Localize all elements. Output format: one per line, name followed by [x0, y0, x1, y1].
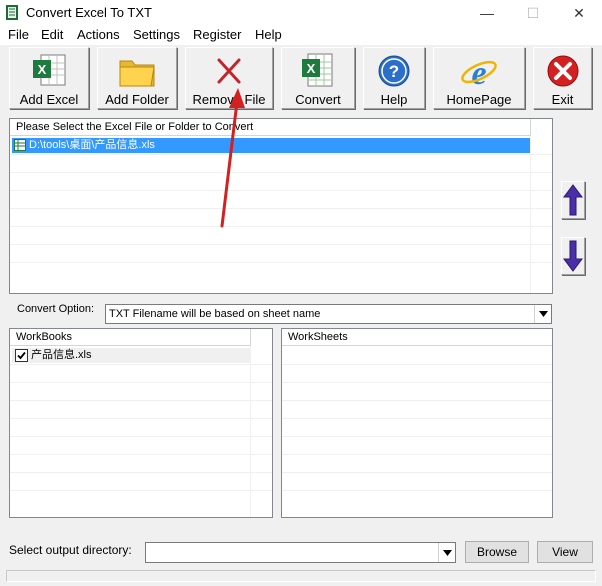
convert-option-value: TXT Filename will be based on sheet name — [109, 308, 321, 320]
grid-line — [282, 400, 552, 401]
grid-line — [10, 172, 552, 173]
status-bar — [6, 570, 596, 582]
svg-text:X: X — [307, 61, 316, 76]
checkmark-icon — [17, 351, 26, 360]
menu-settings[interactable]: Settings — [133, 27, 180, 42]
grid-line — [10, 400, 272, 401]
maximize-button[interactable]: ☐ — [510, 0, 556, 26]
column-divider — [530, 119, 531, 136]
table-row[interactable]: D:\tools\桌面\产品信息.xls — [12, 138, 530, 153]
chevron-down-icon[interactable] — [438, 543, 455, 562]
svg-text:e: e — [471, 55, 486, 90]
grid-line — [10, 364, 272, 365]
grid-line — [282, 364, 552, 365]
add-folder-label: Add Folder — [105, 92, 169, 107]
annotation-arrow — [220, 88, 245, 228]
chevron-down-icon[interactable] — [534, 305, 551, 323]
exit-button[interactable]: Exit — [533, 47, 592, 109]
grid-line — [282, 436, 552, 437]
grid-line — [10, 490, 272, 491]
worksheets-header: WorkSheets — [282, 329, 552, 346]
grid-line — [10, 436, 272, 437]
window-title: Convert Excel To TXT — [26, 5, 152, 20]
title-bar: Convert Excel To TXT — ☐ ✕ — [0, 0, 602, 26]
view-button[interactable]: View — [537, 541, 593, 563]
add-excel-button[interactable]: X Add Excel — [9, 47, 89, 109]
file-list-header: Please Select the Excel File or Folder t… — [10, 119, 530, 136]
convert-option-select[interactable]: TXT Filename will be based on sheet name — [105, 304, 552, 324]
arrow-up-icon — [563, 184, 583, 216]
grid-line — [10, 226, 552, 227]
excel-file-icon — [14, 139, 26, 151]
convert-button[interactable]: X Convert — [281, 47, 355, 109]
grid-line — [282, 382, 552, 383]
close-button[interactable]: ✕ — [556, 0, 602, 26]
column-divider — [250, 329, 251, 346]
menu-bar: File Edit Actions Settings Register Help — [0, 26, 602, 45]
excel-convert-icon: X — [298, 52, 338, 90]
help-button[interactable]: ? Help — [363, 47, 425, 109]
move-down-button[interactable] — [561, 237, 585, 275]
arrow-down-icon — [563, 240, 583, 272]
menu-actions[interactable]: Actions — [77, 27, 120, 42]
workbook-checkbox[interactable] — [15, 349, 28, 362]
help-label: Help — [380, 92, 408, 107]
excel-sheet-icon: X — [29, 52, 69, 90]
exit-stop-icon — [543, 52, 583, 90]
grid-line — [10, 418, 272, 419]
menu-file[interactable]: File — [8, 27, 29, 42]
client-area: X Add Excel Add Folder Remove File X Con… — [0, 45, 602, 586]
grid-line — [10, 262, 552, 263]
grid-line — [282, 454, 552, 455]
svg-text:?: ? — [389, 62, 399, 81]
convert-label: Convert — [295, 92, 341, 107]
menu-help[interactable]: Help — [255, 27, 282, 42]
grid-line — [530, 136, 531, 293]
grid-line — [10, 208, 552, 209]
add-folder-button[interactable]: Add Folder — [97, 47, 177, 109]
grid-line — [250, 346, 251, 517]
grid-line — [10, 382, 272, 383]
file-path: D:\tools\桌面\产品信息.xls — [29, 139, 155, 151]
menu-register[interactable]: Register — [193, 27, 241, 42]
workbooks-list[interactable]: WorkBooks 产品信息.xls — [9, 328, 273, 518]
homepage-label: HomePage — [446, 92, 512, 107]
internet-explorer-icon: e — [459, 52, 499, 92]
menu-edit[interactable]: Edit — [41, 27, 63, 42]
help-question-icon: ? — [374, 52, 414, 90]
output-dir-input[interactable] — [145, 542, 456, 563]
grid-line — [10, 190, 552, 191]
output-dir-label: Select output directory: — [9, 543, 132, 557]
homepage-button[interactable]: e HomePage — [433, 47, 525, 109]
browse-button[interactable]: Browse — [465, 541, 529, 563]
file-list[interactable]: Please Select the Excel File or Folder t… — [9, 118, 553, 294]
folder-icon — [117, 52, 157, 90]
move-up-button[interactable] — [561, 181, 585, 219]
minimize-button[interactable]: — — [464, 0, 510, 26]
app-icon — [6, 5, 18, 20]
grid-line — [282, 472, 552, 473]
grid-line — [282, 490, 552, 491]
worksheets-list[interactable]: WorkSheets — [281, 328, 553, 518]
workbook-name: 产品信息.xls — [31, 349, 92, 361]
grid-line — [10, 472, 272, 473]
grid-line — [10, 454, 272, 455]
grid-line — [10, 154, 552, 155]
grid-line — [10, 244, 552, 245]
add-excel-label: Add Excel — [19, 92, 79, 107]
table-row[interactable]: 产品信息.xls — [12, 348, 250, 363]
exit-label: Exit — [551, 92, 574, 107]
convert-option-label: Convert Option: — [17, 303, 95, 315]
grid-line — [282, 418, 552, 419]
svg-text:X: X — [38, 62, 47, 77]
workbooks-header: WorkBooks — [10, 329, 250, 346]
